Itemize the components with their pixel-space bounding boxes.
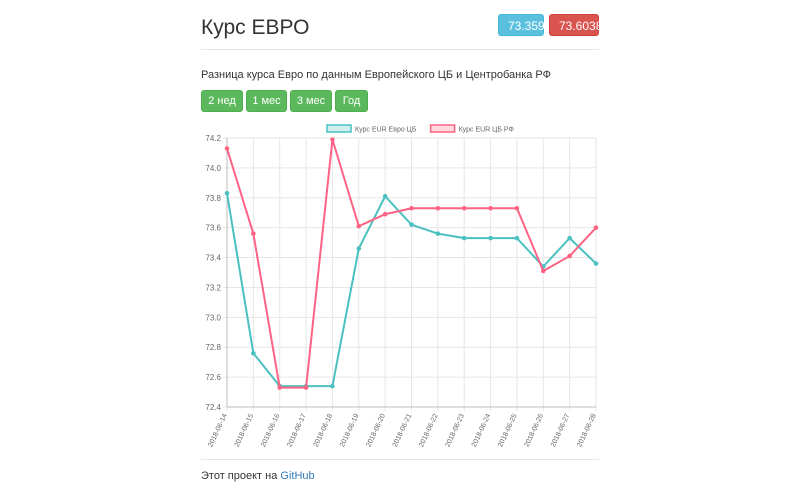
y-tick-label: 73.6 [205,224,221,233]
y-tick-label: 74.2 [205,134,221,143]
exchange-rate-chart: 74.2 74.0 73.8 73.6 73.4 73.2 73.0 72.8 72.6 72.4… [205,124,599,449]
page: Курс ЕВРО 73.359 73.6038 Разница курса Е… [0,0,800,496]
x-tick-label: 2018-06-18 [313,413,335,449]
data-point [461,205,467,211]
data-point [356,223,362,229]
data-point [382,193,388,199]
x-tick-label: 2018-06-26 [524,413,546,449]
cbr-rate-badge: 73.6038 [549,14,602,36]
data-point [224,146,230,151]
y-tick-label: 72.6 [205,373,221,382]
footer-divider [201,459,599,460]
x-tick-label: 2018-06-14 [207,413,229,449]
y-tick-label: 73.0 [205,313,221,322]
x-tick-label: 2018-06-20 [365,413,387,449]
data-point [435,231,441,236]
data-point [330,383,335,389]
data-point [461,235,467,241]
data-point [567,253,572,259]
chart-description: Разница курса Евро по данным Европейског… [201,69,552,81]
github-link[interactable]: GitHub [280,470,314,482]
legend-swatch[interactable] [326,124,352,133]
x-tick-label: 2018-06-23 [445,413,467,449]
period-2-weeks-button[interactable]: 2 нед [201,90,243,112]
data-point [435,205,441,211]
legend-label[interactable]: Курс EUR Евро ЦБ [355,127,417,134]
x-tick-label: 2018-06-22 [418,413,440,449]
x-tick-label: 2018-06-16 [260,413,282,449]
header-divider [201,49,599,50]
x-tick-label: 2018-06-15 [234,413,256,449]
x-tick-label: 2018-06-25 [497,413,519,449]
y-tick-label: 72.4 [205,403,221,412]
data-point [251,350,256,356]
period-3-months-button[interactable]: 3 мес [290,90,332,112]
x-tick-label: 2018-06-21 [392,413,414,449]
y-tick-label: 72.8 [205,343,221,352]
x-tick-label: 2018-06-27 [550,413,572,449]
data-point [593,225,599,230]
x-tick-label: 2018-06-19 [339,413,361,449]
ecb-rate-badge: 73.359 [498,14,545,36]
x-tick-label: 2018-06-24 [471,413,493,449]
data-point [488,205,493,211]
legend-swatch[interactable] [429,124,456,133]
footer-text: Этот проект на [201,470,278,482]
period-1-month-button[interactable]: 1 мес [246,90,287,112]
data-point [514,235,520,241]
legend-label[interactable]: Курс EUR ЦБ РФ [459,127,514,134]
period-year-button[interactable]: Год [335,90,368,112]
data-point [514,205,520,211]
data-point [356,246,362,251]
data-point [382,211,388,217]
y-tick-label: 73.4 [205,254,221,263]
y-tick-label: 73.2 [205,283,221,292]
data-point [567,235,572,241]
data-point [488,235,493,241]
data-point [303,385,309,390]
x-tick-label: 2018-06-17 [286,413,308,449]
data-point [409,222,414,227]
data-point [224,190,230,196]
data-point [409,205,414,211]
data-point [540,268,546,274]
y-tick-label: 74.0 [205,164,221,173]
footer: Этот проект на GitHub [201,470,315,482]
data-point [330,137,335,142]
x-tick-label: 2018-06-28 [576,413,598,449]
data-point [251,231,256,236]
page-title: Курс ЕВРО [201,16,310,39]
data-point [277,385,283,390]
data-point [593,261,599,266]
y-tick-label: 73.8 [205,194,221,203]
